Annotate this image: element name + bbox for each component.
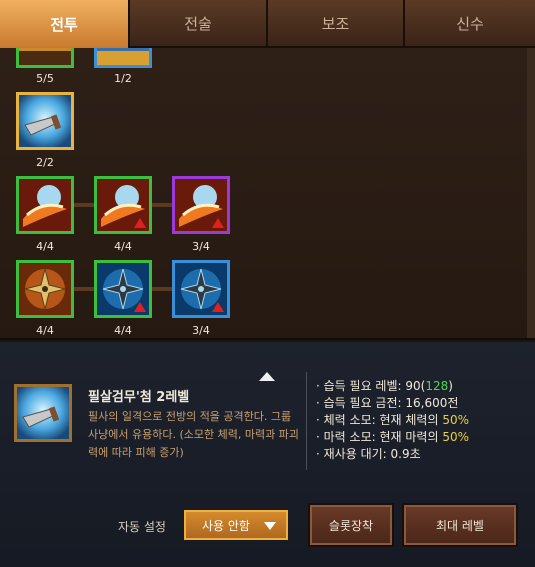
tree-connector: [72, 203, 94, 207]
skill-stats: · 습득 필요 레벨: 90(128) · 습득 필요 금전: 16,600전 …: [316, 378, 531, 463]
fire-slash-icon: [19, 179, 71, 231]
selected-skill-icon: [14, 384, 72, 442]
slot-equip-button[interactable]: 슬롯장착: [308, 503, 394, 547]
skill-fire-slash-3[interactable]: [172, 176, 230, 234]
skill-level: 5/5: [36, 72, 54, 85]
skill-level: 3/4: [192, 240, 210, 253]
dropdown-caret-icon: [264, 522, 276, 530]
skill-name: 필살검무'첨 2레벨: [88, 390, 190, 405]
skill-level: 3/4: [192, 324, 210, 337]
skill-shuriken-1[interactable]: [16, 260, 74, 318]
stat-cooldown: · 재사용 대기: 0.9초: [316, 447, 421, 461]
skill-tree-panel[interactable]: 5/5 1/2 2/2 4/4 4/4 3/4 4/4 4/4 3/4: [0, 48, 535, 340]
sword-icon: [19, 48, 71, 65]
upgrade-arrow-icon: [134, 218, 146, 228]
stat-required-level: · 습득 필요 레벨: 90(128): [316, 379, 453, 393]
skill-top-left[interactable]: [16, 48, 74, 68]
skill-level: 4/4: [114, 240, 132, 253]
tree-connector: [150, 203, 172, 207]
skill-level: 4/4: [36, 324, 54, 337]
skill-level: 4/4: [114, 324, 132, 337]
greatsword-icon: [17, 387, 69, 439]
skill-shuriken-3[interactable]: [172, 260, 230, 318]
upgrade-arrow-icon: [134, 302, 146, 312]
auto-setting-value: 사용 안함: [202, 518, 250, 533]
info-divider: [306, 372, 307, 470]
tab-tactics[interactable]: 전술: [130, 0, 268, 48]
skill-category-tabs: 전투 전술 보조 신수: [0, 0, 535, 48]
tree-connector: [72, 287, 94, 291]
collapse-arrow-icon[interactable]: [259, 372, 275, 381]
upgrade-arrow-icon: [212, 302, 224, 312]
tab-support[interactable]: 보조: [268, 0, 405, 48]
stat-required-gold: · 습득 필요 금전: 16,600전: [316, 396, 459, 410]
tab-combat[interactable]: 전투: [0, 0, 130, 48]
upgrade-arrow-icon: [212, 218, 224, 228]
skill-fire-slash-1[interactable]: [16, 176, 74, 234]
auto-setting-dropdown[interactable]: 사용 안함: [184, 510, 288, 540]
skill-description: 필사의 일격으로 전방의 적을 공격한다. 그룹 사냥에서 유용하다. (소모한…: [88, 410, 299, 459]
skill-fire-slash-2[interactable]: [94, 176, 152, 234]
tab-divine-beast[interactable]: 신수: [405, 0, 535, 48]
stat-mp-cost: · 마력 소모: 현재 마력의 50%: [316, 430, 469, 444]
skill-selected[interactable]: [16, 92, 74, 150]
tree-connector: [150, 287, 172, 291]
stat-hp-cost: · 체력 소모: 현재 체력의 50%: [316, 413, 469, 427]
skill-level: 1/2: [114, 72, 132, 85]
skill-level: 4/4: [36, 240, 54, 253]
sword-icon: [97, 48, 149, 65]
golden-shuriken-icon: [19, 263, 71, 315]
skill-shuriken-2[interactable]: [94, 260, 152, 318]
auto-setting-label: 자동 설정: [118, 520, 166, 534]
max-level-button[interactable]: 최대 레벨: [402, 503, 518, 547]
greatsword-icon: [19, 95, 71, 147]
skill-top-mid[interactable]: [94, 48, 152, 68]
skill-level: 2/2: [36, 156, 54, 169]
